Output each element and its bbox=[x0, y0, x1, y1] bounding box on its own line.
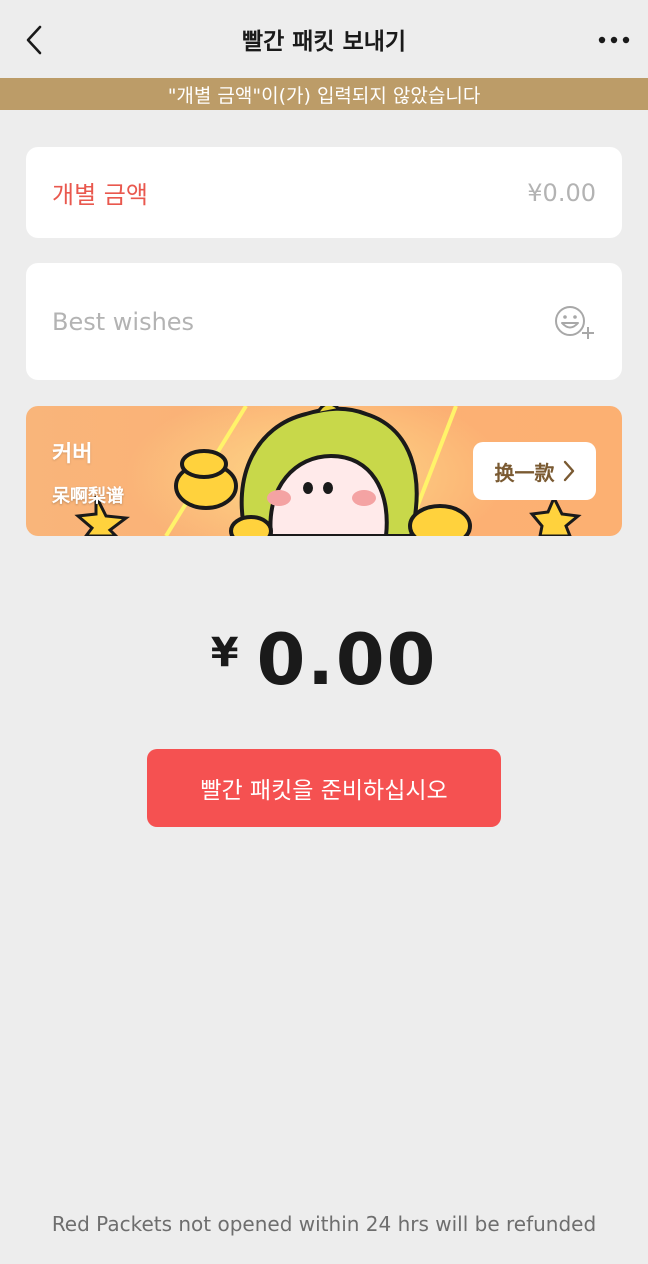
chevron-right-icon bbox=[563, 460, 574, 482]
cover-card[interactable]: 커버 呆啊梨谱 换一款 bbox=[26, 406, 622, 536]
refund-note: Red Packets not opened within 24 hrs wil… bbox=[51, 1212, 597, 1236]
wishes-card: Best wishes bbox=[26, 263, 622, 380]
change-cover-label: 换一款 bbox=[494, 460, 555, 485]
total-amount: ¥ 0.00 bbox=[0, 619, 648, 701]
back-button[interactable] bbox=[16, 20, 52, 60]
cover-name: 呆啊梨谱 bbox=[52, 486, 124, 507]
emoji-button[interactable] bbox=[552, 303, 596, 343]
more-dots-icon bbox=[598, 36, 630, 44]
prepare-red-packet-button[interactable]: 빨간 패킷을 준비하십시오 bbox=[147, 749, 501, 827]
amount-card: 개별 금액 ¥0.00 bbox=[26, 147, 622, 238]
wishes-input[interactable]: Best wishes bbox=[52, 263, 194, 380]
change-cover-button[interactable]: 换一款 bbox=[473, 442, 596, 500]
page-title: 빨간 패킷 보내기 bbox=[241, 29, 407, 55]
chevron-left-icon bbox=[26, 25, 42, 55]
cover-label: 커버 bbox=[52, 442, 93, 467]
amount-label: 개별 금액 bbox=[52, 181, 148, 209]
emoji-add-icon bbox=[555, 306, 594, 339]
top-bar: 빨간 패킷 보내기 bbox=[0, 0, 648, 78]
total-value: 0.00 bbox=[256, 619, 438, 701]
warning-banner: "개별 금액"이(가) 입력되지 않았습니다 bbox=[0, 78, 648, 110]
total-currency: ¥ bbox=[210, 630, 239, 676]
amount-input[interactable]: ¥0.00 bbox=[527, 147, 596, 238]
more-button[interactable] bbox=[594, 22, 634, 58]
